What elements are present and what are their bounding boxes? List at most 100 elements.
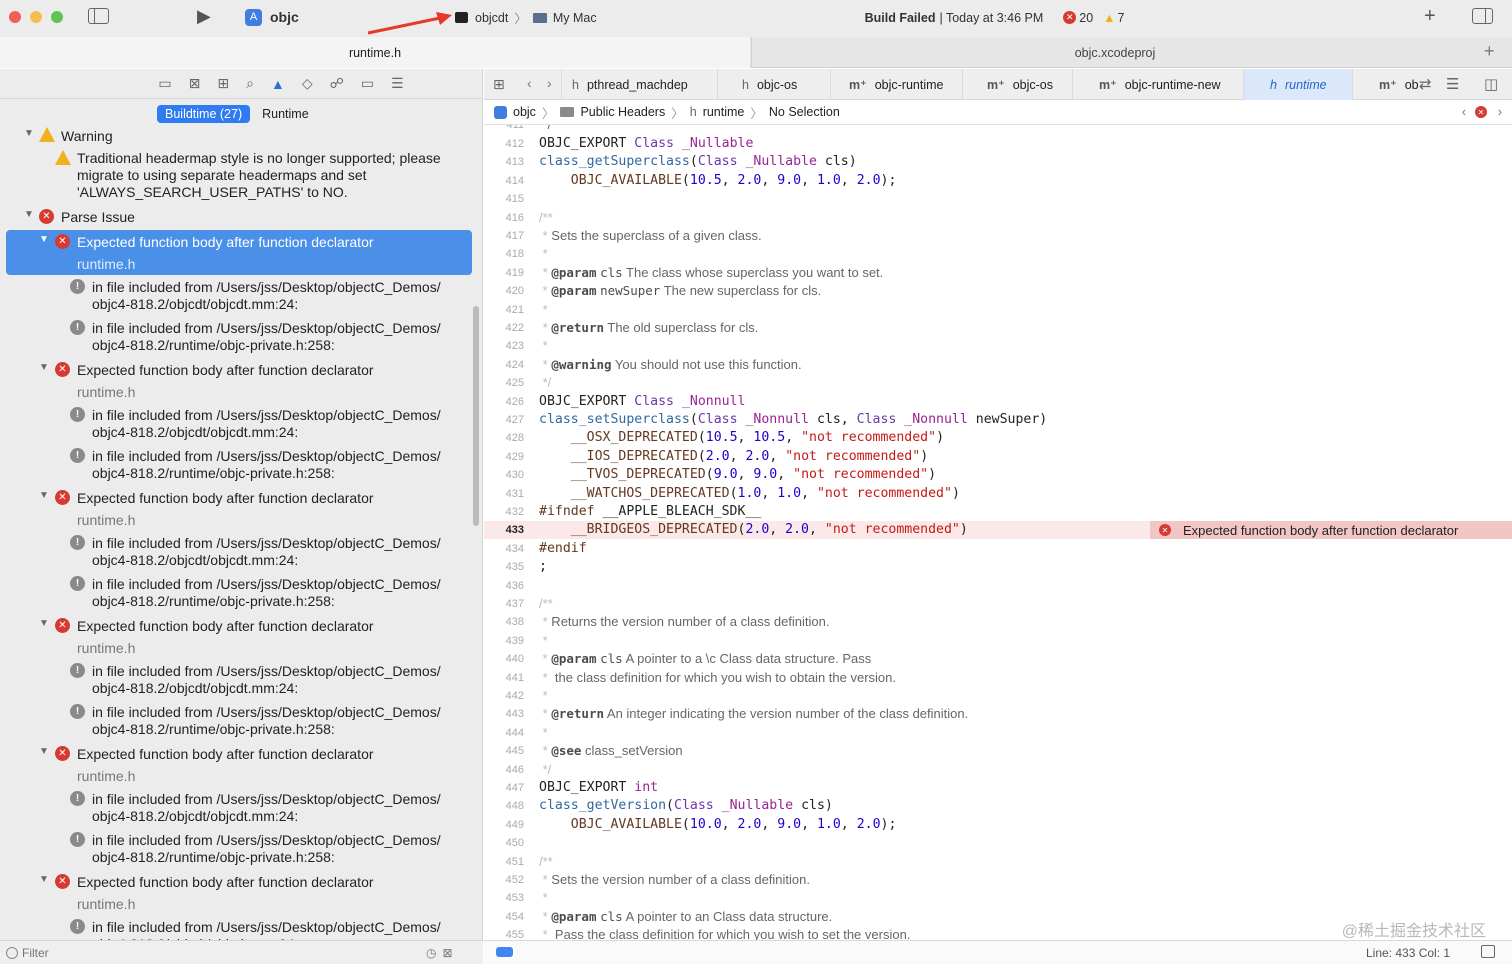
issue-note-row[interactable]: ! in file included from /Users/jss/Deskt…	[0, 831, 472, 869]
chevron-down-icon[interactable]: ▼	[24, 128, 34, 139]
code-area[interactable]: 411 */ 412 OBJC_EXPORT Class _Nullable 413…	[484, 125, 1512, 940]
run-destination[interactable]: My Mac	[553, 11, 597, 25]
chevron-down-icon[interactable]: ▼	[24, 209, 34, 220]
issue-row[interactable]: ▼ ✕ Expected function body after functio…	[0, 616, 472, 658]
source-control-icon[interactable]: ⊠	[189, 75, 201, 92]
issue-row[interactable]: ▼ ✕ Expected function body after functio…	[0, 488, 472, 530]
close-window-button[interactable]	[9, 11, 21, 23]
back-icon[interactable]: ‹	[527, 75, 532, 91]
issue-note-row[interactable]: ! in file included from /Users/jss/Deskt…	[0, 790, 472, 828]
issue-note-row[interactable]: ! in file included from /Users/jss/Deskt…	[0, 575, 472, 613]
new-tab-icon[interactable]: +	[1484, 41, 1495, 62]
forward-icon[interactable]: ›	[547, 75, 552, 91]
editor-tab[interactable]: m⁺ ob	[1352, 69, 1419, 100]
report-icon[interactable]: ☰	[391, 75, 404, 92]
terminal-icon	[455, 12, 468, 23]
line-number: 432	[505, 506, 524, 518]
jumpbar-project[interactable]: objc	[513, 105, 536, 119]
build-time: | Today at 3:46 PM	[939, 10, 1044, 25]
search-icon[interactable]: ⌕	[246, 75, 254, 92]
editor-tab-active[interactable]: h runtime	[1243, 69, 1352, 100]
clock-icon[interactable]: ◷	[426, 946, 436, 960]
issue-note-row[interactable]: ! in file included from /Users/jss/Deskt…	[0, 319, 472, 357]
grid-icon[interactable]: ⊞	[493, 76, 505, 93]
chevron-down-icon[interactable]: ▼	[39, 746, 49, 757]
code-line: * Sets the superclass of a given class.	[542, 228, 762, 243]
error-count[interactable]: 20	[1079, 11, 1093, 25]
issue-note-row[interactable]: ! in file included from /Users/jss/Deskt…	[0, 703, 472, 741]
editor-tab[interactable]: m⁺ objc-runtime	[830, 69, 962, 100]
line-number: 415	[505, 193, 524, 206]
zoom-window-button[interactable]	[51, 11, 63, 23]
jumpbar-selection[interactable]: No Selection	[769, 105, 840, 119]
issue-row[interactable]: ▼ ✕ Expected function body after functio…	[0, 360, 472, 402]
issue-note-row[interactable]: ! in file included from /Users/jss/Deskt…	[0, 918, 472, 940]
debug-area-toggle-icon[interactable]	[496, 947, 513, 957]
editor-tab-bar: ⊞ ‹ › h pthread_machdep h objc-os m⁺ objc-r…	[484, 69, 1512, 100]
inline-error-banner[interactable]: ✕ Expected function body after function d…	[1150, 521, 1512, 540]
editor-options-icon[interactable]: ☰	[1446, 75, 1459, 93]
chevron-down-icon[interactable]: ▼	[39, 874, 49, 885]
segment-runtime[interactable]: Runtime	[254, 105, 317, 123]
folder-icon[interactable]: ▭	[158, 75, 171, 92]
issue-row[interactable]: ▼ ✕ Expected function body after functio…	[0, 872, 472, 914]
minimize-window-button[interactable]	[30, 11, 42, 23]
jumpbar-file[interactable]: runtime	[703, 105, 745, 119]
note-text: objc4-818.2/runtime/objc-private.h:258:	[92, 721, 335, 737]
project-icon	[494, 105, 507, 119]
previous-issue-icon[interactable]: ‹	[1462, 105, 1466, 119]
issue-filter-icon[interactable]: ⊠	[442, 946, 452, 960]
chevron-down-icon[interactable]: ▼	[39, 362, 49, 373]
warning-group-row[interactable]: ▼ Warning	[0, 127, 472, 147]
debug-icon[interactable]: ☍	[330, 75, 344, 92]
parse-issue-group-row[interactable]: ▼ ✕ Parse Issue	[0, 207, 472, 227]
error-icon[interactable]: ✕	[1063, 11, 1077, 24]
test-icon[interactable]: ◇	[302, 75, 313, 92]
warning-issue-row[interactable]: Traditional headermap style is no longer…	[0, 149, 472, 203]
chevron-down-icon[interactable]: ▼	[39, 490, 49, 501]
activity-viewer[interactable]: objcdt 〉 My Mac Build Failed | Today at …	[455, 5, 1455, 30]
symbol-icon[interactable]: ⊞	[217, 75, 229, 92]
chevron-down-icon[interactable]: ▼	[39, 234, 49, 245]
note-text: objc4-818.2/runtime/objc-private.h:258:	[92, 337, 335, 353]
line-number: 424	[505, 358, 524, 371]
jumpbar-group[interactable]: Public Headers	[580, 105, 665, 119]
editor-tab[interactable]: m⁺ objc-runtime-new	[1072, 69, 1243, 100]
issue-note-row[interactable]: ! in file included from /Users/jss/Deskt…	[0, 662, 472, 700]
code-line: /**	[539, 596, 553, 611]
error-icon[interactable]: ✕	[1475, 106, 1487, 118]
xcode-project-icon: A	[245, 9, 262, 26]
filter-input[interactable]	[22, 945, 402, 960]
editor-tab-label: objc-os	[1012, 77, 1054, 92]
editor-tab[interactable]: h pthread_machdep	[561, 69, 717, 100]
warning-count[interactable]: 7	[1118, 11, 1125, 25]
editor-tab[interactable]: m⁺ objc-os	[962, 69, 1072, 100]
issue-row[interactable]: ▼ ✕ Expected function body after functio…	[0, 744, 472, 786]
segment-buildtime[interactable]: Buildtime (27)	[157, 105, 251, 123]
issue-note-row[interactable]: ! in file included from /Users/jss/Deskt…	[0, 447, 472, 485]
sidebar-toggle-icon[interactable]	[88, 8, 109, 24]
debug-panel-icon[interactable]	[1481, 945, 1495, 958]
add-icon[interactable]: +	[1424, 5, 1436, 28]
parse-issue-label: Parse Issue	[61, 209, 135, 225]
run-icon[interactable]: ▶	[197, 6, 211, 27]
chevron-down-icon[interactable]: ▼	[39, 618, 49, 629]
issue-note-row[interactable]: ! in file included from /Users/jss/Deskt…	[0, 406, 472, 444]
issue-row[interactable]: ▼ ✕ Expected function body after functio…	[0, 232, 472, 274]
navigator-scrollbar[interactable]	[473, 306, 479, 526]
code-line: __BRIDGEOS_DEPRECATED(2.0, 2.0, "not rec…	[570, 522, 968, 538]
issue-note-row[interactable]: ! in file included from /Users/jss/Deskt…	[0, 278, 472, 316]
next-issue-icon[interactable]: ›	[1498, 105, 1502, 119]
editor-tab[interactable]: h objc-os	[717, 69, 830, 100]
related-items-icon[interactable]: ⇄	[1419, 75, 1432, 93]
inspector-toggle-icon[interactable]	[1472, 8, 1493, 24]
window-tab-runtime[interactable]: runtime.h	[0, 37, 750, 68]
issue-note-row[interactable]: ! in file included from /Users/jss/Deskt…	[0, 534, 472, 572]
scheme-title[interactable]: objc	[270, 9, 299, 25]
window-tab-project[interactable]: objc.xcodeproj	[751, 37, 1478, 68]
breakpoint-icon[interactable]: ▭	[361, 75, 374, 92]
scheme-target[interactable]: objcdt	[475, 11, 508, 25]
warning-icon[interactable]: ▲	[1103, 11, 1115, 25]
issue-navigator-icon[interactable]: ▲	[271, 76, 285, 92]
split-editor-icon[interactable]: ◫	[1484, 75, 1498, 93]
